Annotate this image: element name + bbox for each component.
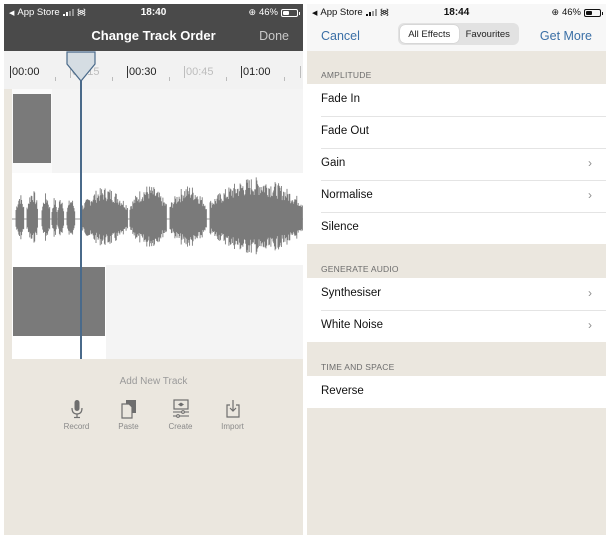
section-header-generate-audio: GENERATE AUDIO	[307, 244, 606, 278]
record-button[interactable]: Record	[60, 399, 94, 431]
add-track-title: Add New Track	[119, 376, 188, 387]
minor-tick	[169, 77, 170, 81]
minor-tick	[226, 77, 227, 81]
create-icon	[172, 399, 189, 418]
effect-normalise[interactable]: Normalise ›	[307, 180, 606, 212]
navigation-bar: Cancel All Effects Favourites Get More	[307, 21, 606, 51]
effect-label: Silence	[321, 221, 359, 233]
audio-clip[interactable]	[13, 267, 105, 336]
playhead-handle[interactable]	[65, 51, 97, 83]
paste-button[interactable]: Paste	[112, 399, 146, 431]
tracks-area[interactable]	[12, 89, 303, 359]
battery-percent: 46%	[258, 7, 278, 18]
effect-fade-out[interactable]: Fade Out	[307, 116, 606, 148]
chevron-right-icon: ›	[588, 156, 592, 170]
battery-fill	[283, 10, 289, 15]
navigation-bar: Change Track Order Done	[4, 21, 303, 51]
effect-gain[interactable]: Gain ›	[307, 148, 606, 180]
section-title: TIME AND SPACE	[321, 362, 395, 372]
amplitude-list: Fade In Fade Out Gain › Normalise › Sile…	[307, 84, 606, 244]
orientation-lock-icon: ⊕	[551, 7, 559, 17]
section-title: AMPLITUDE	[321, 70, 372, 80]
cancel-button[interactable]: Cancel	[321, 29, 360, 43]
effect-label: Reverse	[321, 385, 364, 397]
section-header-time-and-space: TIME AND SPACE	[307, 342, 606, 376]
track-row[interactable]	[12, 173, 303, 265]
effect-label: Fade In	[321, 93, 360, 105]
status-right: ⊕ 46%	[248, 7, 300, 18]
effects-list: AMPLITUDE Fade In Fade Out Gain › Normal…	[307, 51, 606, 408]
paste-icon	[120, 400, 136, 419]
effect-label: Gain	[321, 157, 346, 169]
section-header-amplitude: AMPLITUDE	[307, 51, 606, 84]
effects-screen: ◀ App Store ᯼ 18:44 ⊕ 46% Cancel All Eff…	[307, 4, 606, 535]
effects-segmented-control: All Effects Favourites	[398, 23, 519, 45]
waveform[interactable]	[12, 173, 303, 265]
playhead-line	[80, 64, 82, 359]
time-and-space-list: Reverse	[307, 376, 606, 408]
ruler-label: 00:00	[10, 66, 40, 78]
paste-label: Paste	[118, 422, 139, 431]
battery-percent: 46%	[561, 7, 581, 18]
section-title: GENERATE AUDIO	[321, 264, 399, 274]
effect-reverse[interactable]: Reverse	[307, 376, 606, 408]
change-track-order-screen: ◀ App Store ᯼ 18:40 ⊕ 46% Change Track O…	[4, 4, 303, 535]
ruler-label: 00:30	[127, 66, 157, 78]
effect-label: Fade Out	[321, 125, 369, 137]
create-label: Create	[168, 422, 193, 431]
track-row[interactable]	[12, 265, 303, 359]
timeline-ruler[interactable]: 00:00 00:15 00:30 00:45 01:00	[4, 51, 303, 89]
minor-tick	[55, 77, 56, 81]
tab-favourites[interactable]: Favourites	[459, 25, 518, 43]
ruler-tick-partial	[300, 66, 302, 78]
create-button[interactable]: Create	[164, 399, 198, 431]
minor-tick	[112, 77, 113, 81]
add-track-actions: Record Paste Create Import	[4, 399, 303, 431]
battery-icon	[584, 8, 603, 17]
chevron-right-icon: ›	[588, 286, 592, 300]
import-icon	[225, 400, 240, 418]
microphone-icon	[70, 400, 83, 419]
add-track-panel: Add New Track Record Paste Create Import	[4, 359, 303, 535]
get-more-button[interactable]: Get More	[540, 29, 592, 43]
audio-clip[interactable]	[13, 94, 51, 163]
effect-white-noise[interactable]: White Noise ›	[307, 310, 606, 342]
effect-synthesiser[interactable]: Synthesiser ›	[307, 278, 606, 310]
import-label: Import	[221, 422, 244, 431]
status-right: ⊕ 46%	[551, 7, 603, 18]
waveform-path	[15, 177, 303, 255]
orientation-lock-icon: ⊕	[248, 7, 256, 17]
minor-tick	[284, 77, 285, 81]
battery-icon	[281, 8, 300, 17]
done-button[interactable]: Done	[259, 29, 289, 43]
ruler-label: 01:00	[241, 66, 271, 78]
effect-label: White Noise	[321, 319, 383, 331]
effect-silence[interactable]: Silence	[307, 212, 606, 244]
ruler-label: 00:45	[184, 66, 214, 78]
tab-all-effects[interactable]: All Effects	[400, 25, 459, 43]
generate-audio-list: Synthesiser › White Noise ›	[307, 278, 606, 342]
effect-label: Normalise	[321, 189, 373, 201]
record-label: Record	[63, 422, 90, 431]
chevron-right-icon: ›	[588, 318, 592, 332]
status-bar: ◀ App Store ᯼ 18:44 ⊕ 46%	[307, 4, 606, 21]
battery-fill	[586, 10, 592, 15]
effect-fade-in[interactable]: Fade In	[307, 84, 606, 116]
status-bar: ◀ App Store ᯼ 18:40 ⊕ 46%	[4, 4, 303, 21]
effect-label: Synthesiser	[321, 287, 382, 299]
track-row[interactable]	[12, 89, 303, 173]
chevron-right-icon: ›	[588, 188, 592, 202]
import-button[interactable]: Import	[216, 399, 250, 431]
